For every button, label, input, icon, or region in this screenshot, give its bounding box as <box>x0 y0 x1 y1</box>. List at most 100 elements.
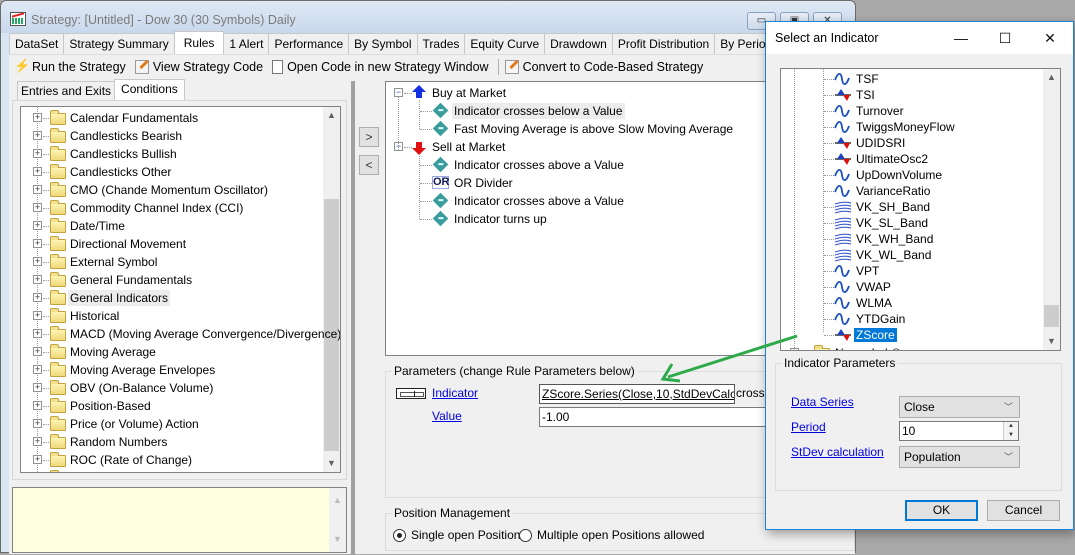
category-item[interactable]: + General Fundamentals <box>21 271 321 289</box>
period-link[interactable]: Period <box>791 420 826 434</box>
category-item[interactable]: + Directional Movement <box>21 235 321 253</box>
expand-icon[interactable]: + <box>33 239 42 248</box>
indicator-scrollbar[interactable]: ▲ ▼ <box>1043 69 1060 350</box>
indicator-item[interactable]: VK_WH_Band <box>781 231 1041 247</box>
scroll-down-icon[interactable]: ▼ <box>329 531 346 548</box>
tab-drawdown[interactable]: Drawdown <box>544 33 613 54</box>
notes-scrollbar[interactable]: ▲ ▼ <box>329 488 346 552</box>
indicator-item[interactable]: UDIDSRI <box>781 135 1041 151</box>
category-item[interactable]: + Commodity Channel Index (CCI) <box>21 199 321 217</box>
indicator-item[interactable]: WLMA <box>781 295 1041 311</box>
category-item[interactable]: + CMO (Chande Momentum Oscillator) <box>21 181 321 199</box>
stdev-calculation-select[interactable]: Population ﹀ <box>899 446 1020 468</box>
tab-trades[interactable]: Trades <box>416 33 466 54</box>
expand-icon[interactable]: + <box>33 113 42 122</box>
category-item[interactable]: + OBV (On-Balance Volume) <box>21 379 321 397</box>
indicator-item[interactable]: VK_WL_Band <box>781 247 1041 263</box>
indicator-folder-item[interactable]: + Neuro-Lab® <box>781 343 1041 350</box>
view-strategy-code-button[interactable]: View Strategy Code <box>134 60 263 74</box>
expand-icon[interactable]: + <box>33 293 42 302</box>
expand-icon[interactable]: + <box>33 185 42 194</box>
category-item[interactable]: + Candlesticks Bullish <box>21 145 321 163</box>
category-item[interactable]: + Calendar Fundamentals <box>21 109 321 127</box>
indicator-item[interactable]: VarianceRatio <box>781 183 1041 199</box>
rule-description-box[interactable]: ▲ ▼ <box>12 487 347 553</box>
conditions-tree[interactable]: ▲ ▼ + Calendar Fundamentals + Candlesticks … <box>20 106 341 473</box>
value-field[interactable]: -1.00 <box>539 407 779 427</box>
rule-condition-item[interactable]: Indicator crosses below a Value <box>386 102 826 120</box>
scroll-thumb[interactable] <box>324 199 339 451</box>
expand-icon[interactable]: + <box>33 221 42 230</box>
indicator-field[interactable]: ZScore.Series(Close,10,StdDevCalculati <box>539 384 735 404</box>
category-item[interactable]: + Moving Average <box>21 343 321 361</box>
expand-icon[interactable]: + <box>33 131 42 140</box>
expand-icon[interactable]: + <box>33 257 42 266</box>
expand-icon[interactable]: + <box>33 437 42 446</box>
category-item[interactable]: + Candlesticks Other <box>21 163 321 181</box>
tab-equity-curve[interactable]: Equity Curve <box>464 33 546 54</box>
rule-condition-item[interactable]: Indicator crosses above a Value <box>386 192 826 210</box>
dialog-close-button[interactable]: ✕ <box>1036 28 1064 48</box>
category-item[interactable]: + Moving Average Envelopes <box>21 361 321 379</box>
expand-icon[interactable]: + <box>33 149 42 158</box>
multiple-positions-radio[interactable] <box>519 529 532 542</box>
indicator-tree[interactable]: ▲ ▼ TSF TSI Turnover TwiggsMoneyFlow UDIDSRI… <box>780 68 1061 351</box>
subtab-conditions[interactable]: Conditions <box>114 79 185 100</box>
panel-splitter[interactable] <box>351 81 355 555</box>
category-item[interactable]: + External Symbol <box>21 253 321 271</box>
indicator-item[interactable]: VK_SH_Band <box>781 199 1041 215</box>
rule-condition-item[interactable]: Indicator crosses above a Value <box>386 156 826 174</box>
indicator-item[interactable]: VWAP <box>781 279 1041 295</box>
subtab-entries-and-exits[interactable]: Entries and Exits <box>17 81 116 100</box>
indicator-item[interactable]: VK_SL_Band <box>781 215 1041 231</box>
expand-icon[interactable]: + <box>33 419 42 428</box>
category-item[interactable]: + Position-Based <box>21 397 321 415</box>
run-strategy-button[interactable]: Run the Strategy <box>14 58 126 74</box>
conditions-scrollbar[interactable]: ▲ ▼ <box>323 107 340 472</box>
rule-group[interactable]: − Buy at Market <box>386 84 826 102</box>
indicator-item[interactable]: UltimateOsc2 <box>781 151 1041 167</box>
category-item[interactable]: + Random Numbers <box>21 433 321 451</box>
stdev-calculation-link[interactable]: StDev calculation <box>791 445 884 459</box>
convert-to-code-button[interactable]: Convert to Code-Based Strategy <box>504 60 703 74</box>
tab-rules[interactable]: Rules <box>173 31 225 54</box>
category-item[interactable]: + ROC (Rate of Change) <box>21 451 321 469</box>
category-item[interactable]: + Date/Time <box>21 217 321 235</box>
expand-icon[interactable]: + <box>33 347 42 356</box>
scroll-up-icon[interactable]: ▲ <box>1043 69 1060 86</box>
indicator-item[interactable]: Turnover <box>781 103 1041 119</box>
category-item[interactable]: + MACD (Moving Average Convergence/Diverg… <box>21 325 340 343</box>
category-item[interactable]: + Candlesticks Bearish <box>21 127 321 145</box>
category-item[interactable]: + Historical <box>21 307 321 325</box>
value-link[interactable]: Value <box>432 409 462 423</box>
add-condition-button[interactable]: > <box>359 127 379 147</box>
indicator-item[interactable]: ZScore <box>781 327 1041 343</box>
expand-icon[interactable]: + <box>33 275 42 284</box>
single-position-label[interactable]: Single open Position <box>411 528 520 542</box>
data-series-select[interactable]: Close ﹀ <box>899 396 1020 418</box>
indicator-item[interactable]: TwiggsMoneyFlow <box>781 119 1041 135</box>
indicator-item[interactable]: YTDGain <box>781 311 1041 327</box>
multiple-positions-label[interactable]: Multiple open Positions allowed <box>537 528 704 542</box>
ok-button[interactable]: OK <box>905 500 978 521</box>
expand-icon[interactable]: + <box>790 348 799 350</box>
indicator-item[interactable]: UpDownVolume <box>781 167 1041 183</box>
cancel-button[interactable]: Cancel <box>987 500 1060 521</box>
expand-icon[interactable]: + <box>33 203 42 212</box>
tab-by-symbol[interactable]: By Symbol <box>348 33 418 54</box>
open-code-new-window-button[interactable]: Open Code in new Strategy Window <box>272 60 489 74</box>
dialog-maximize-button[interactable]: ☐ <box>991 28 1019 48</box>
tab-dataset[interactable]: DataSet <box>9 33 65 54</box>
category-item[interactable]: + General Indicators <box>21 289 321 307</box>
expand-icon[interactable]: + <box>33 365 42 374</box>
scroll-up-icon[interactable]: ▲ <box>329 492 346 509</box>
single-position-radio[interactable] <box>393 529 406 542</box>
data-series-link[interactable]: Data Series <box>791 395 854 409</box>
expand-icon[interactable]: + <box>33 401 42 410</box>
indicator-link[interactable]: Indicator <box>432 386 478 400</box>
expand-icon[interactable]: + <box>33 311 42 320</box>
expand-icon[interactable]: + <box>33 383 42 392</box>
scroll-up-icon[interactable]: ▲ <box>323 107 340 124</box>
expand-icon[interactable]: + <box>33 329 42 338</box>
dialog-minimize-button[interactable]: — <box>947 28 975 48</box>
